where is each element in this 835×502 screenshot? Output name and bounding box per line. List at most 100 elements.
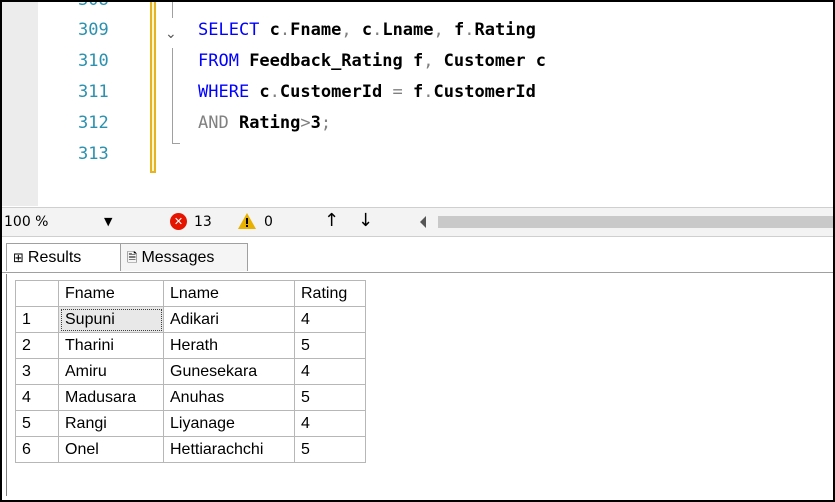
table-cell[interactable]: Gunesekara [163, 358, 295, 385]
tab-divider [2, 272, 833, 273]
code-token: , [341, 20, 362, 40]
collapse-chevron-icon[interactable]: ⌄ [165, 26, 177, 42]
result-tabs: ⊞ Results 🗎 Messages [2, 237, 833, 273]
grid-header-row: Fname Lname Rating [15, 280, 366, 307]
fold-guide-top [172, 2, 173, 18]
table-row[interactable]: 1 Supuni Adikari 4 [15, 306, 366, 333]
tab-messages[interactable]: 🗎 Messages [120, 243, 248, 271]
editor-status-bar: 100 % ▼ ✕ 13 0 ↑ ↓ [2, 207, 833, 237]
table-row[interactable]: 2 Tharini Herath 5 [15, 332, 366, 359]
messages-icon: 🗎 [127, 251, 138, 266]
code-token: Fname [290, 20, 342, 40]
code-token: f [413, 82, 424, 102]
row-number[interactable]: 5 [15, 410, 59, 437]
row-number[interactable]: 3 [15, 358, 59, 385]
table-cell[interactable]: 4 [294, 306, 366, 333]
tab-results[interactable]: ⊞ Results [6, 243, 122, 271]
code-token: ; [320, 113, 332, 133]
line-number: 309 [78, 20, 109, 40]
table-cell[interactable]: Anuhas [163, 384, 295, 411]
row-number[interactable]: 4 [15, 384, 59, 411]
table-row[interactable]: 4 Madusara Anuhas 5 [15, 384, 366, 411]
line-number-gutter: 308 309 310 311 312 313 [38, 2, 150, 206]
code-token: , [423, 51, 444, 71]
chevron-down-icon: ▼ [104, 215, 113, 228]
table-cell[interactable]: 4 [294, 410, 366, 437]
code-token: . [279, 20, 291, 40]
row-number[interactable]: 6 [15, 436, 59, 463]
fold-guide-line [172, 48, 173, 144]
zoom-dropdown[interactable]: 100 % ▼ [4, 212, 122, 232]
table-cell[interactable]: Onel [58, 436, 164, 463]
table-row[interactable]: 5 Rangi Liyanage 4 [15, 410, 366, 437]
code-token: Rating [474, 20, 536, 40]
table-cell[interactable]: 4 [294, 358, 366, 385]
warning-icon[interactable] [237, 212, 257, 230]
code-token: c [361, 20, 373, 40]
table-cell[interactable]: Liyanage [163, 410, 295, 437]
table-row[interactable]: 3 Amiru Gunesekara 4 [15, 358, 366, 385]
code-line[interactable]: WHERE c.CustomerId = f.CustomerId [198, 80, 828, 104]
tab-results-label: Results [27, 249, 82, 266]
code-token: . [423, 82, 434, 102]
table-cell[interactable]: Hettiarachchi [163, 436, 295, 463]
code-token: f [454, 20, 465, 40]
line-number: 311 [78, 82, 109, 102]
column-header-fname[interactable]: Fname [58, 280, 164, 307]
fold-guide-end [172, 143, 180, 144]
code-token: . [372, 20, 383, 40]
error-icon[interactable]: ✕ [170, 213, 187, 230]
table-row[interactable]: 6 Onel Hettiarachchi 5 [15, 436, 366, 463]
code-token: , [433, 20, 454, 40]
code-token: Feedback_Rating f [249, 51, 424, 71]
scroll-left-arrow-icon[interactable] [420, 216, 426, 228]
grid-icon: ⊞ [13, 251, 24, 266]
line-number-partial: 308 [78, 0, 109, 10]
code-line[interactable] [198, 142, 828, 166]
table-cell[interactable]: 5 [294, 384, 366, 411]
code-line[interactable]: SELECT c.Fname, c.Lname, f.Rating [198, 18, 828, 42]
code-line[interactable]: AND Rating>3; [198, 111, 828, 135]
code-token: FROM [198, 51, 250, 71]
editor-margin [2, 2, 38, 206]
line-number: 313 [78, 144, 109, 164]
error-count[interactable]: 13 [194, 212, 212, 232]
code-token: . [269, 82, 280, 102]
row-number[interactable]: 2 [15, 332, 59, 359]
code-token: c [259, 82, 270, 102]
table-cell[interactable]: Rangi [58, 410, 164, 437]
warning-count[interactable]: 0 [264, 212, 273, 232]
column-header-rating[interactable]: Rating [294, 280, 366, 307]
column-header-lname[interactable]: Lname [163, 280, 295, 307]
results-grid[interactable]: Fname Lname Rating 1 Supuni Adikari 4 2 Thari… [15, 280, 366, 463]
code-token: 3 [310, 113, 321, 133]
table-cell[interactable]: Tharini [58, 332, 164, 359]
table-cell[interactable]: 5 [294, 332, 366, 359]
code-token: > [300, 113, 311, 133]
line-number: 310 [78, 51, 109, 71]
table-cell[interactable]: 5 [294, 436, 366, 463]
next-arrow-icon[interactable]: ↓ [358, 210, 373, 232]
code-token: AND [198, 113, 239, 133]
table-cell[interactable]: Supuni [58, 306, 164, 333]
code-token: CustomerId [433, 82, 536, 102]
table-cell[interactable]: Amiru [58, 358, 164, 385]
sql-query-window: 308 309 310 311 312 313 ⌄ SELECT c.Fname, c.… [0, 0, 835, 502]
row-number-header[interactable] [15, 280, 59, 307]
code-line[interactable]: FROM Feedback_Rating f, Customer c [198, 49, 828, 73]
code-token: WHERE [198, 82, 260, 102]
row-number[interactable]: 1 [15, 306, 59, 333]
query-editor[interactable]: 308 309 310 311 312 313 ⌄ SELECT c.Fname, c.… [2, 2, 833, 206]
horizontal-scrollbar[interactable] [438, 216, 833, 228]
table-cell[interactable]: Herath [163, 332, 295, 359]
table-cell[interactable]: Adikari [163, 306, 295, 333]
code-token: c [269, 20, 280, 40]
code-token: = [392, 82, 413, 102]
table-cell[interactable]: Madusara [58, 384, 164, 411]
line-number: 312 [78, 113, 109, 133]
code-token: SELECT [198, 20, 270, 40]
previous-arrow-icon[interactable]: ↑ [324, 210, 339, 232]
code-token: CustomerId [279, 82, 393, 102]
code-token: Lname [382, 20, 434, 40]
code-token: Customer c [443, 51, 547, 71]
